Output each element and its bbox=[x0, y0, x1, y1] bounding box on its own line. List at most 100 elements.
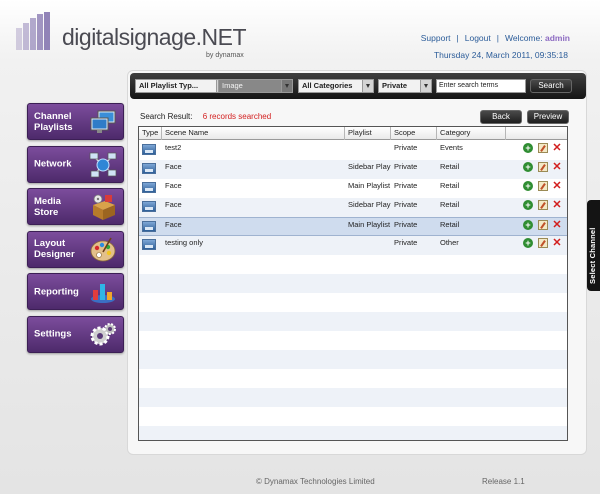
chevron-down-icon bbox=[362, 80, 373, 92]
col-category[interactable]: Category bbox=[437, 127, 506, 140]
welcome-label: Welcome: bbox=[504, 33, 543, 43]
category: Retail bbox=[440, 162, 460, 171]
playlist: Main Playlist bbox=[348, 220, 391, 229]
empty-row bbox=[139, 388, 567, 407]
empty-row bbox=[139, 274, 567, 293]
nav-label: Media Store bbox=[34, 195, 61, 218]
col-scene-name[interactable]: Scene Name bbox=[162, 127, 345, 140]
category: Other bbox=[440, 238, 459, 247]
scope-select[interactable]: Private bbox=[378, 79, 432, 93]
col-actions bbox=[506, 127, 569, 140]
playlist-type-select[interactable]: All Playlist Typ... bbox=[135, 79, 228, 93]
main-panel: All Playlist Typ... Image All Categories… bbox=[127, 70, 587, 455]
edit-icon[interactable] bbox=[538, 143, 548, 153]
search-button[interactable]: Search bbox=[530, 79, 572, 93]
sidebar-nav: Channel Playlists Network Media Store La… bbox=[27, 103, 124, 358]
nav-media-store[interactable]: Media Store bbox=[27, 188, 124, 225]
select-channel-tab[interactable]: Select Channel bbox=[587, 200, 600, 291]
col-type[interactable]: Type bbox=[139, 127, 162, 140]
scene-name: Face bbox=[165, 220, 182, 229]
playlist: Main Playlist bbox=[348, 181, 391, 190]
top-links: Support | Logout | Welcome: admin bbox=[420, 33, 570, 43]
empty-row bbox=[139, 312, 567, 331]
table-row[interactable]: testing only Private Other + ✕ bbox=[139, 236, 567, 255]
delete-icon[interactable]: ✕ bbox=[552, 181, 562, 192]
nav-label: Reporting bbox=[34, 286, 79, 297]
logout-link[interactable]: Logout bbox=[465, 33, 491, 43]
edit-icon[interactable] bbox=[538, 220, 548, 230]
delete-icon[interactable]: ✕ bbox=[552, 200, 562, 211]
table-header: Type Scene Name Playlist Scope Category bbox=[139, 127, 567, 140]
datetime: Thursday 24, March 2011, 09:35:18 bbox=[433, 50, 568, 60]
category: Retail bbox=[440, 200, 460, 209]
nav-settings[interactable]: Settings bbox=[27, 315, 124, 353]
col-scope[interactable]: Scope bbox=[391, 127, 437, 140]
table-row-selected[interactable]: Face Main Playlist Private Retail + ✕ bbox=[139, 217, 567, 236]
table-row[interactable]: Face Sidebar Play Private Retail + ✕ bbox=[139, 198, 567, 217]
footer-release: Release 1.1 bbox=[482, 477, 525, 486]
add-icon[interactable]: + bbox=[523, 238, 533, 248]
col-playlist[interactable]: Playlist bbox=[345, 127, 391, 140]
scope: Private bbox=[394, 162, 418, 171]
scene-name: testing only bbox=[165, 238, 203, 247]
chart-icon bbox=[91, 284, 115, 303]
image-type-icon bbox=[142, 221, 156, 232]
nav-label: Channel Playlists bbox=[34, 110, 73, 133]
monitors-icon bbox=[90, 110, 116, 133]
image-type-icon bbox=[142, 144, 156, 155]
support-link[interactable]: Support bbox=[421, 33, 451, 43]
table-row[interactable]: Face Main Playlist Private Retail + ✕ bbox=[139, 179, 567, 198]
delete-icon[interactable]: ✕ bbox=[552, 143, 562, 154]
gears-icon bbox=[90, 322, 116, 345]
edit-icon[interactable] bbox=[538, 200, 548, 210]
logo-bars-icon bbox=[16, 12, 62, 50]
preview-button[interactable]: Preview bbox=[527, 110, 569, 124]
search-input[interactable]: Enter search terms bbox=[436, 79, 526, 93]
empty-row bbox=[139, 350, 567, 369]
edit-icon[interactable] bbox=[538, 181, 548, 191]
nav-label: Settings bbox=[34, 328, 72, 340]
scope: Private bbox=[394, 143, 418, 152]
add-icon[interactable]: + bbox=[523, 162, 533, 172]
delete-icon[interactable]: ✕ bbox=[552, 238, 562, 249]
media-box-icon bbox=[93, 194, 115, 220]
scene-name: Face bbox=[165, 200, 182, 209]
search-result: Search Result: 6 records searched bbox=[140, 112, 271, 121]
palette-icon bbox=[90, 237, 116, 261]
delete-icon[interactable]: ✕ bbox=[552, 162, 562, 173]
nav-channel-playlists[interactable]: Channel Playlists bbox=[27, 103, 124, 140]
category: Retail bbox=[440, 181, 460, 190]
table-row[interactable]: test2 Private Events + ✕ bbox=[139, 141, 567, 160]
nav-layout-designer[interactable]: Layout Designer bbox=[27, 230, 124, 268]
scope: Private bbox=[394, 200, 418, 209]
scope: Private bbox=[394, 220, 418, 229]
scene-name: Face bbox=[165, 162, 182, 171]
add-icon[interactable]: + bbox=[523, 181, 533, 191]
chevron-down-icon bbox=[281, 80, 292, 92]
nav-network[interactable]: Network bbox=[27, 145, 124, 183]
result-count: 6 records searched bbox=[202, 112, 272, 121]
media-type-select[interactable]: Image bbox=[218, 79, 293, 93]
empty-row bbox=[139, 255, 567, 274]
empty-row bbox=[139, 426, 567, 440]
scene-name: test2 bbox=[165, 143, 182, 152]
category: Events bbox=[440, 143, 463, 152]
image-type-icon bbox=[142, 163, 156, 174]
table-row[interactable]: Face Sidebar Play Private Retail + ✕ bbox=[139, 160, 567, 179]
select-value: All Playlist Typ... bbox=[139, 81, 199, 90]
edit-icon[interactable] bbox=[538, 238, 548, 248]
delete-icon[interactable]: ✕ bbox=[552, 220, 562, 231]
scene-table: Type Scene Name Playlist Scope Category … bbox=[138, 126, 568, 441]
scope: Private bbox=[394, 181, 418, 190]
category-select[interactable]: All Categories bbox=[298, 79, 374, 93]
footer-copyright: © Dynamax Technologies Limited bbox=[256, 477, 375, 486]
add-icon[interactable]: + bbox=[523, 143, 533, 153]
filter-bar: All Playlist Typ... Image All Categories… bbox=[130, 73, 586, 99]
add-icon[interactable]: + bbox=[523, 200, 533, 210]
add-icon[interactable]: + bbox=[523, 220, 533, 230]
brand-name: digitalsignage.NET bbox=[62, 24, 247, 50]
user-name: admin bbox=[544, 33, 570, 43]
back-button[interactable]: Back bbox=[480, 110, 522, 124]
edit-icon[interactable] bbox=[538, 162, 548, 172]
nav-reporting[interactable]: Reporting bbox=[27, 273, 124, 310]
